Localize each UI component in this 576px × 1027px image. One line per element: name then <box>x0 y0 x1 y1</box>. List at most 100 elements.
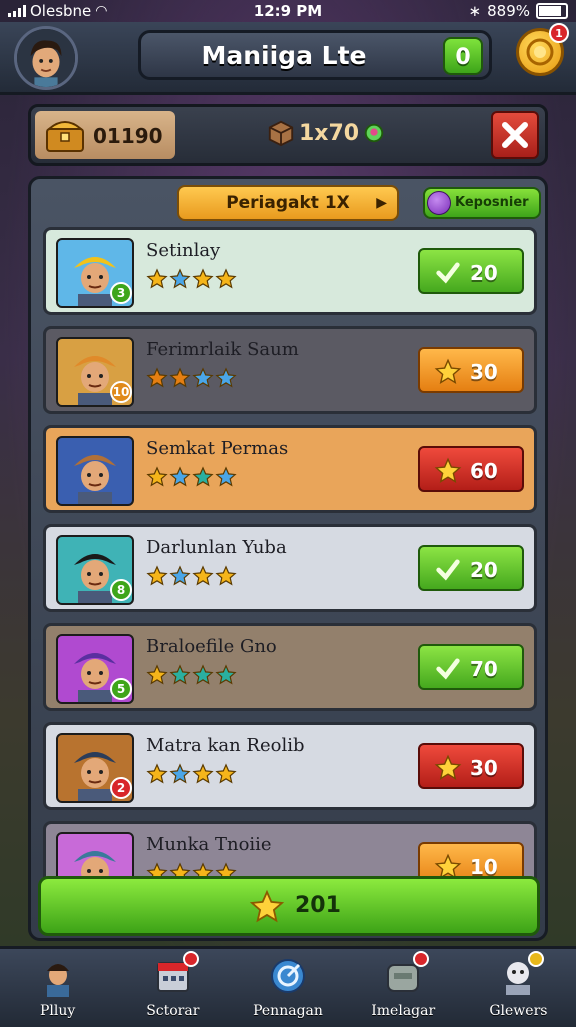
star-icon <box>169 664 191 685</box>
multiplier-value: 1x70 <box>299 120 360 146</box>
battery-percent: 889% <box>487 2 530 20</box>
player-icon <box>46 964 69 997</box>
tab-period-label: Periagakt 1X <box>226 193 350 213</box>
status-bar: Olesbne ◠ 12:9 PM ∗ 889% <box>0 0 576 22</box>
hero-row[interactable]: 8 Darlunlan Yuba 20 <box>43 524 537 612</box>
hero-rating <box>146 763 237 785</box>
claim-label: 201 <box>295 893 341 918</box>
hero-rating <box>146 367 237 389</box>
nav-label: Sctorar <box>146 1003 200 1019</box>
hero-action-button[interactable]: 30 <box>418 743 524 789</box>
star-icon <box>169 565 191 586</box>
hero-name: Darlunlan Yuba <box>146 537 287 558</box>
hero-action-label: 20 <box>470 558 498 582</box>
star-icon <box>192 664 214 685</box>
hero-action-label: 20 <box>470 261 498 285</box>
hero-rating <box>146 466 237 488</box>
hero-level-badge: 2 <box>110 777 132 799</box>
hero-rating <box>146 565 237 587</box>
star-icon <box>215 763 237 784</box>
close-icon <box>502 122 528 148</box>
nav-label: Plluy <box>39 1003 76 1019</box>
star-icon <box>215 565 237 586</box>
compass-icon <box>271 959 305 993</box>
close-button[interactable] <box>491 111 539 159</box>
star-icon <box>169 367 191 388</box>
hero-action-button[interactable]: 20 <box>418 545 524 591</box>
star-icon <box>146 565 168 586</box>
hero-avatar-icon <box>74 455 116 504</box>
nav-badge <box>182 951 199 967</box>
battery-icon <box>536 3 568 19</box>
chevron-right-icon: ▶ <box>376 195 387 211</box>
hero-action-button[interactable]: 70 <box>418 644 524 690</box>
hero-rating <box>146 268 237 290</box>
hero-row[interactable]: 5 Braloefile Gno 70 <box>43 623 537 711</box>
currency-box[interactable]: 01190 <box>35 111 175 159</box>
star-icon <box>215 466 237 487</box>
hero-action-button[interactable]: 20 <box>418 248 524 294</box>
nav-play[interactable]: Plluy <box>0 949 115 1027</box>
hero-rating <box>146 664 237 686</box>
gem-icon <box>364 123 384 143</box>
star-icon <box>215 367 237 388</box>
hero-level-badge: 5 <box>110 678 132 700</box>
nav-viewers[interactable]: Glewers <box>461 949 576 1027</box>
bluetooth-icon: ∗ <box>468 2 482 20</box>
nav-badge <box>528 951 545 967</box>
star-icon <box>215 664 237 685</box>
hero-action-label: 30 <box>470 360 498 384</box>
title-box: Maniiga Lte 0 <box>138 30 492 80</box>
star-icon <box>146 763 168 784</box>
star-icon <box>146 466 168 487</box>
star-icon <box>192 367 214 388</box>
hero-action-label: 30 <box>470 756 498 780</box>
hero-row[interactable]: 2 Matra kan Reolib 30 <box>43 722 537 810</box>
star-icon <box>146 268 168 289</box>
hero-row[interactable]: Semkat Permas 60 <box>43 425 537 513</box>
reposnier-label: Keposnier <box>455 195 529 210</box>
star-icon <box>249 889 285 923</box>
hero-name: Munka Tnoiie <box>146 834 272 855</box>
nav-store[interactable]: Sctorar <box>115 949 230 1027</box>
top-bar: Maniiga Lte 0 1 <box>0 22 576 95</box>
hero-name: Semkat Permas <box>146 438 289 459</box>
avatar-icon <box>17 29 75 87</box>
multiplier-display: 1x70 <box>267 119 385 147</box>
star-icon <box>146 664 168 685</box>
reposnier-button[interactable]: Keposnier <box>423 187 541 219</box>
star-icon <box>192 466 214 487</box>
coin-badge: 1 <box>549 23 569 43</box>
roster-panel: Periagakt 1X ▶ Keposnier 3 Setinlay 20 10 Fe… <box>28 176 548 941</box>
star-icon <box>146 367 168 388</box>
orb-icon <box>427 191 451 215</box>
nav-badge <box>413 951 430 967</box>
star-icon <box>192 565 214 586</box>
notification-counter-button[interactable]: 0 <box>443 37 483 75</box>
hero-action-button[interactable]: 60 <box>418 446 524 492</box>
hero-level-badge: 3 <box>110 282 132 304</box>
star-icon <box>192 763 214 784</box>
check-icon <box>436 559 460 581</box>
hero-action-label: 60 <box>470 459 498 483</box>
hero-name: Ferimrlaik Saum <box>146 339 299 360</box>
nav-pennagan[interactable]: Pennagan <box>230 949 345 1027</box>
nav-label: Pennagan <box>253 1003 323 1019</box>
coin-shop-button[interactable]: 1 <box>516 23 569 76</box>
battery-area: ∗ 889% <box>469 2 568 20</box>
hero-action-label: 70 <box>470 657 498 681</box>
star-icon <box>169 763 191 784</box>
star-icon <box>215 268 237 289</box>
star-icon <box>169 268 191 289</box>
currency-value: 01190 <box>93 124 163 148</box>
hero-row[interactable]: 10 Ferimrlaik Saum 30 <box>43 326 537 414</box>
resource-bar: 01190 1x70 <box>28 104 548 166</box>
hero-name: Setinlay <box>146 240 221 261</box>
nav-messages[interactable]: Imelagar <box>346 949 461 1027</box>
tab-period[interactable]: Periagakt 1X ▶ <box>177 185 399 221</box>
hero-row[interactable]: 3 Setinlay 20 <box>43 227 537 315</box>
profile-avatar-button[interactable] <box>14 26 78 90</box>
claim-button[interactable]: 201 <box>38 876 540 936</box>
hero-portrait <box>56 436 134 506</box>
hero-action-button[interactable]: 30 <box>418 347 524 393</box>
